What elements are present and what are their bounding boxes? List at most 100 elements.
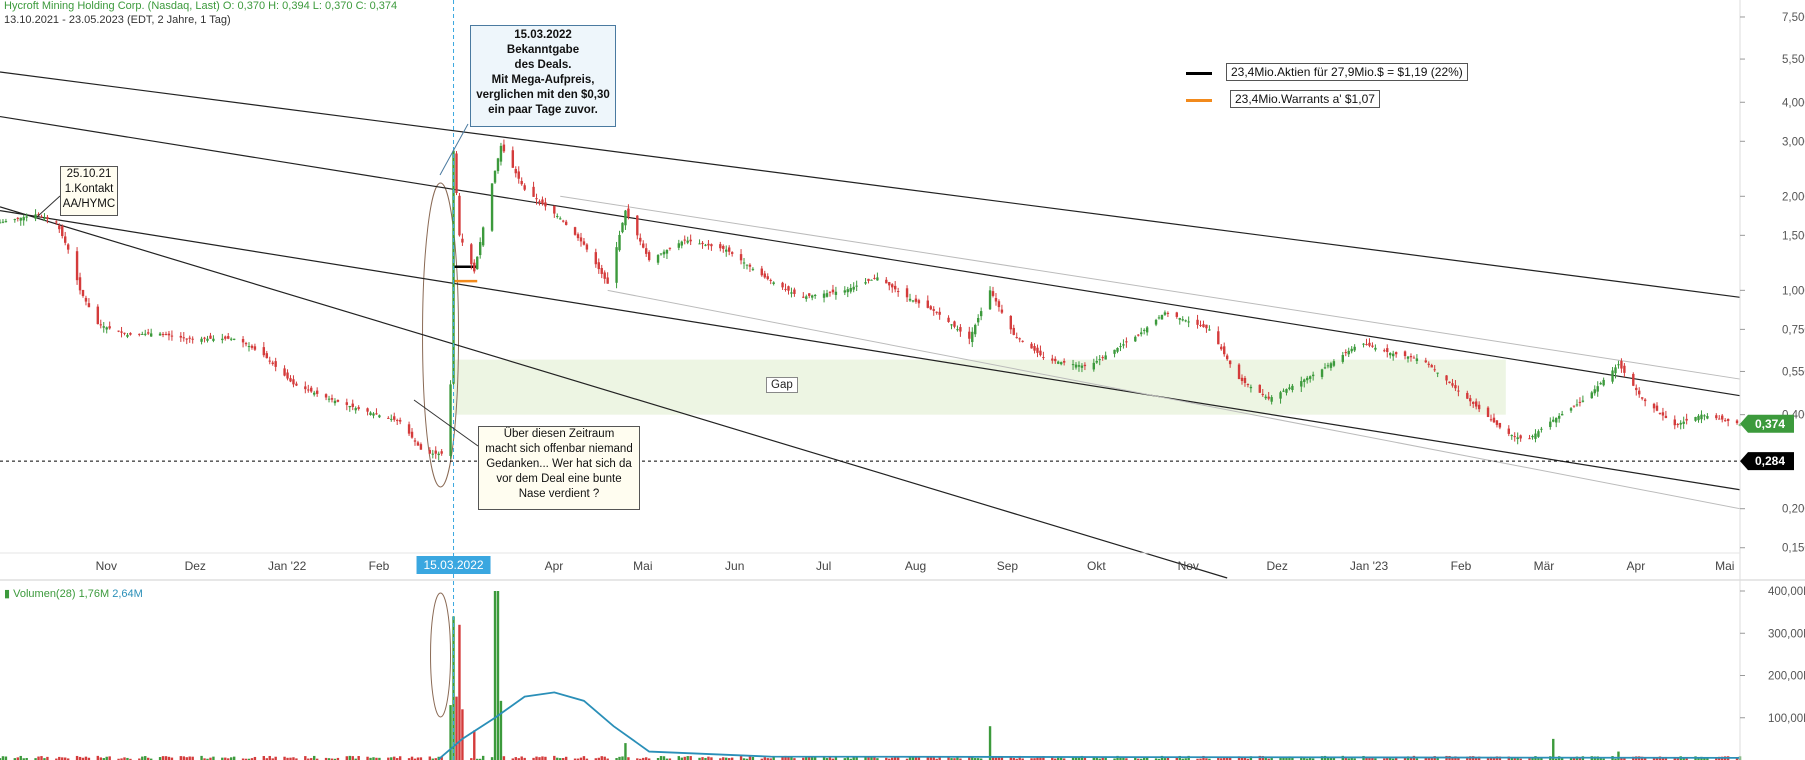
candle-body bbox=[1540, 428, 1543, 430]
trend-line bbox=[0, 115, 1741, 397]
candle-body bbox=[938, 311, 941, 315]
candle-body bbox=[19, 217, 22, 221]
candle-body bbox=[1142, 329, 1146, 331]
x-tick-label: Feb bbox=[369, 559, 390, 573]
candle-body bbox=[893, 285, 897, 290]
chart-header-period: 13.10.2021 - 23.05.2023 (EDT, 2 Jahre, 1… bbox=[4, 14, 231, 26]
candle-body bbox=[1492, 417, 1496, 423]
candle-body bbox=[1057, 361, 1060, 364]
candle-body bbox=[1279, 392, 1282, 399]
candle-body bbox=[1652, 403, 1656, 409]
candle-body bbox=[1051, 358, 1054, 361]
candle-body bbox=[144, 333, 147, 335]
candle-body bbox=[1638, 390, 1641, 395]
candle-body bbox=[315, 390, 319, 394]
candle-body bbox=[345, 402, 349, 405]
candle-body bbox=[0, 222, 2, 224]
candle-body bbox=[1391, 353, 1395, 357]
volume-bar bbox=[313, 755, 316, 760]
candle-body bbox=[34, 214, 37, 219]
candle-body bbox=[1632, 373, 1635, 386]
x-tick-label: Nov bbox=[1178, 559, 1199, 573]
candle-body bbox=[40, 216, 43, 218]
vol-y-tick-label: 300,00M bbox=[1768, 628, 1805, 640]
candle-body bbox=[141, 333, 144, 335]
volume-bar bbox=[141, 756, 144, 760]
candle-body bbox=[295, 383, 298, 386]
candle-body bbox=[686, 240, 689, 243]
candle-body bbox=[585, 244, 589, 250]
candle-body bbox=[87, 303, 91, 308]
candle-body bbox=[1436, 372, 1439, 374]
candle-body bbox=[25, 216, 28, 218]
contact-annotation: 25.10.21 1.Kontakt AA/HYMC bbox=[60, 166, 118, 216]
candle-body bbox=[46, 217, 49, 219]
volume-bar bbox=[19, 755, 22, 760]
candle-body bbox=[1074, 364, 1078, 368]
y-tick-label: 1,000 bbox=[1782, 285, 1805, 297]
x-tick-label: Feb bbox=[1451, 559, 1472, 573]
candle-body bbox=[58, 225, 61, 230]
candle-body bbox=[274, 361, 277, 367]
candle-body bbox=[496, 158, 500, 172]
candle-body bbox=[209, 335, 212, 339]
volume-icon: ▮ bbox=[4, 588, 11, 600]
legend-warrants-swatch bbox=[1186, 99, 1212, 102]
candle-body bbox=[1620, 360, 1623, 369]
volume-bar bbox=[502, 756, 506, 760]
candle-body bbox=[1507, 428, 1510, 434]
candle-body bbox=[330, 398, 334, 400]
volume-title-label: Volumen(28) bbox=[13, 588, 76, 600]
y-tick-label: 7,500 bbox=[1782, 12, 1805, 24]
candle-body bbox=[230, 338, 233, 340]
candle-body bbox=[348, 405, 351, 408]
candle-body bbox=[366, 408, 369, 412]
candle-body bbox=[224, 336, 227, 339]
candle-body bbox=[1264, 396, 1267, 399]
candle-body bbox=[1208, 329, 1211, 331]
volume-bar bbox=[535, 756, 538, 760]
volume-bar bbox=[1617, 751, 1620, 760]
volume-bar bbox=[662, 756, 666, 760]
candle-body bbox=[1196, 319, 1199, 325]
candle-body bbox=[573, 227, 577, 235]
candle-body bbox=[520, 180, 523, 185]
candle-body bbox=[1083, 364, 1087, 367]
candle-body bbox=[241, 339, 245, 343]
candle-body bbox=[1365, 344, 1368, 346]
candle-body bbox=[1326, 365, 1330, 367]
candle-body bbox=[1572, 405, 1576, 407]
candle-body bbox=[772, 282, 775, 284]
candle-body bbox=[327, 398, 331, 400]
candle-body bbox=[802, 296, 805, 298]
candle-body bbox=[1427, 363, 1430, 365]
candle-body bbox=[1122, 344, 1125, 346]
candle-body bbox=[523, 185, 526, 190]
candle-body bbox=[683, 239, 686, 241]
candle-body bbox=[1596, 386, 1599, 392]
candle-body bbox=[689, 239, 692, 242]
candle-body bbox=[1513, 436, 1516, 438]
candle-body bbox=[834, 291, 838, 295]
candle-body bbox=[375, 413, 378, 415]
candle-body bbox=[1715, 415, 1718, 419]
candle-body bbox=[1602, 379, 1605, 386]
volume-bar bbox=[393, 756, 396, 760]
candle-body bbox=[870, 279, 873, 281]
candle-body bbox=[636, 215, 639, 236]
candle-body bbox=[825, 293, 829, 297]
candle-body bbox=[1578, 401, 1582, 403]
candle-body bbox=[1694, 417, 1697, 421]
candle-body bbox=[1308, 376, 1312, 379]
candle-body bbox=[1, 221, 5, 223]
candle-body bbox=[1549, 421, 1552, 428]
volume-bar bbox=[473, 730, 476, 760]
candle-body bbox=[867, 278, 870, 281]
candle-body bbox=[701, 242, 704, 245]
candle-body bbox=[1498, 423, 1502, 428]
candle-body bbox=[618, 234, 621, 251]
candle-body bbox=[621, 222, 624, 233]
reference-level-label: 0,284 bbox=[1755, 454, 1785, 468]
candle-body bbox=[461, 238, 464, 243]
candle-body bbox=[1368, 342, 1371, 346]
